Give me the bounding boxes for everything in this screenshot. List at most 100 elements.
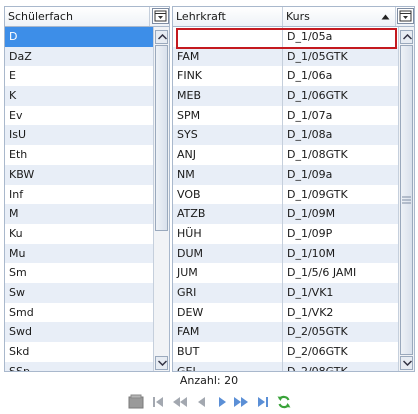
course-cell: D_1/05GTK <box>287 49 348 63</box>
course-row[interactable]: ATZB D_1/09M <box>173 204 398 224</box>
course-list: D_1/05a FAM D_1/05GTK FINK D_1/06a MEB D_1/06G… <box>173 27 398 372</box>
course-cell: D_2/08GTK <box>287 364 348 372</box>
course-cell: D_1/06a <box>287 69 333 83</box>
column-header-kurs-label: Kurs <box>286 10 310 23</box>
course-row[interactable]: SYS D_1/08a <box>173 125 398 146</box>
course-row[interactable]: HÜH D_1/09P <box>173 223 398 244</box>
course-row[interactable]: FINK D_1/06a <box>173 66 398 87</box>
subject-cell: DaZ <box>9 49 32 63</box>
chevron-up-icon <box>403 34 412 40</box>
subject-row[interactable]: Sm <box>5 263 153 283</box>
subject-row[interactable]: Ku <box>5 223 153 244</box>
subject-row[interactable]: Inf <box>5 184 153 205</box>
subject-cell: E <box>9 69 16 83</box>
subject-cell: Mu <box>9 246 26 260</box>
course-row[interactable]: MEB D_1/06GTK <box>173 86 398 106</box>
teacher-cell: VOB <box>173 184 283 205</box>
subject-cell: Sw <box>9 285 25 299</box>
teacher-cell: NM <box>173 164 283 185</box>
column-header-kurs[interactable]: Kurs <box>283 7 396 26</box>
scroll-down-button[interactable] <box>400 356 413 370</box>
first-record-button[interactable] <box>150 394 166 410</box>
teacher-cell: SYS <box>173 125 283 146</box>
teacher-cell: JUM <box>173 263 283 283</box>
subject-row[interactable]: Eth <box>5 145 153 165</box>
course-cell: D_1/09P <box>287 226 333 240</box>
scroll-down-button[interactable] <box>155 356 168 370</box>
course-row[interactable]: DEW D_1/VK2 <box>173 302 398 323</box>
subject-cell: Skd <box>9 345 30 358</box>
refresh-button[interactable] <box>276 394 292 410</box>
course-row[interactable]: BUT D_2/06GTK <box>173 342 398 362</box>
next-page-icon <box>234 397 248 407</box>
course-scrollbar[interactable] <box>398 27 414 371</box>
course-row[interactable]: VOB D_1/09GTK <box>173 184 398 205</box>
subject-row[interactable]: Smd <box>5 302 153 323</box>
subject-cell: IsU <box>9 128 27 142</box>
column-header-lehrkraft[interactable]: Lehrkraft <box>173 7 283 26</box>
subject-row[interactable]: SSp <box>5 361 153 371</box>
column-chooser-button-2[interactable] <box>397 8 414 24</box>
subject-row[interactable]: DaZ <box>5 46 153 67</box>
subject-row[interactable]: M <box>5 204 153 224</box>
sort-ascending-icon <box>381 14 390 20</box>
course-cell: D_2/06GTK <box>287 345 348 358</box>
next-page-button[interactable] <box>233 394 249 410</box>
teacher-cell: FINK <box>173 66 283 87</box>
subject-cell: Ku <box>9 226 23 240</box>
subject-row[interactable]: D <box>5 27 153 47</box>
course-row[interactable]: DUM D_1/10M <box>173 243 398 264</box>
course-row[interactable]: FAM D_1/05GTK <box>173 46 398 67</box>
course-grid: Lehrkraft Kurs D_1/05a FAM D_1/05GTK FINK D_… <box>172 6 415 372</box>
subject-cell: Sm <box>9 266 27 280</box>
subject-row[interactable]: E <box>5 66 153 87</box>
subject-row[interactable]: KBW <box>5 164 153 185</box>
column-header-schuelerfach[interactable]: Schülerfach <box>5 7 150 26</box>
subject-row[interactable]: Mu <box>5 243 153 264</box>
course-cell: D_1/05a <box>287 30 333 43</box>
subject-row[interactable]: Sw <box>5 282 153 303</box>
course-cell: D_1/5/6 JAMI <box>287 266 357 280</box>
teacher-cell: SPM <box>173 105 283 126</box>
subject-cell: Smd <box>9 305 34 319</box>
subject-cell: D <box>9 30 18 43</box>
refresh-icon <box>277 395 291 409</box>
course-cell: D_1/08GTK <box>287 148 348 162</box>
scroll-thumb[interactable] <box>400 45 413 355</box>
course-cell: D_1/07a <box>287 108 333 122</box>
prev-record-button[interactable] <box>194 394 210 410</box>
course-row[interactable]: SPM D_1/07a <box>173 105 398 126</box>
subject-row[interactable]: Skd <box>5 342 153 362</box>
column-chooser-button[interactable] <box>152 8 169 24</box>
subject-row[interactable]: K <box>5 86 153 106</box>
course-row[interactable]: NM D_1/09a <box>173 164 398 185</box>
course-cell: D_1/VK1 <box>287 285 334 299</box>
prev-page-button[interactable] <box>172 394 188 410</box>
course-cell: D_2/05GTK <box>287 325 348 339</box>
course-row[interactable]: D_1/05a <box>173 27 398 47</box>
course-row[interactable]: GEI D_2/08GTK <box>173 361 398 372</box>
teacher-cell: MEB <box>173 86 283 106</box>
record-button[interactable] <box>128 394 144 410</box>
teacher-cell: GEI <box>173 361 283 371</box>
scroll-up-button[interactable] <box>155 30 168 44</box>
subject-list: D DaZ E K Ev IsU Eth KBW Inf M Ku Mu Sm Sw Smd Swd Skd SS… <box>5 27 153 371</box>
course-cell: D_1/10M <box>287 246 336 260</box>
next-icon <box>219 397 226 407</box>
scroll-up-button[interactable] <box>400 30 413 44</box>
subject-row[interactable]: Ev <box>5 105 153 126</box>
grip-icon <box>402 196 411 204</box>
subject-scrollbar[interactable] <box>153 27 169 371</box>
subject-grid-header: Schülerfach <box>5 7 169 27</box>
subject-row[interactable]: Swd <box>5 322 153 342</box>
scroll-thumb[interactable] <box>155 45 168 231</box>
last-record-button[interactable] <box>255 394 271 410</box>
next-record-button[interactable] <box>214 394 230 410</box>
course-row[interactable]: FAM D_2/05GTK <box>173 322 398 342</box>
course-row[interactable]: ANJ D_1/08GTK <box>173 145 398 165</box>
course-row[interactable]: JUM D_1/5/6 JAMI <box>173 263 398 283</box>
subject-row[interactable]: IsU <box>5 125 153 146</box>
record-icon <box>128 394 144 409</box>
course-grid-header: Lehrkraft Kurs <box>173 7 414 27</box>
course-row[interactable]: GRI D_1/VK1 <box>173 282 398 303</box>
